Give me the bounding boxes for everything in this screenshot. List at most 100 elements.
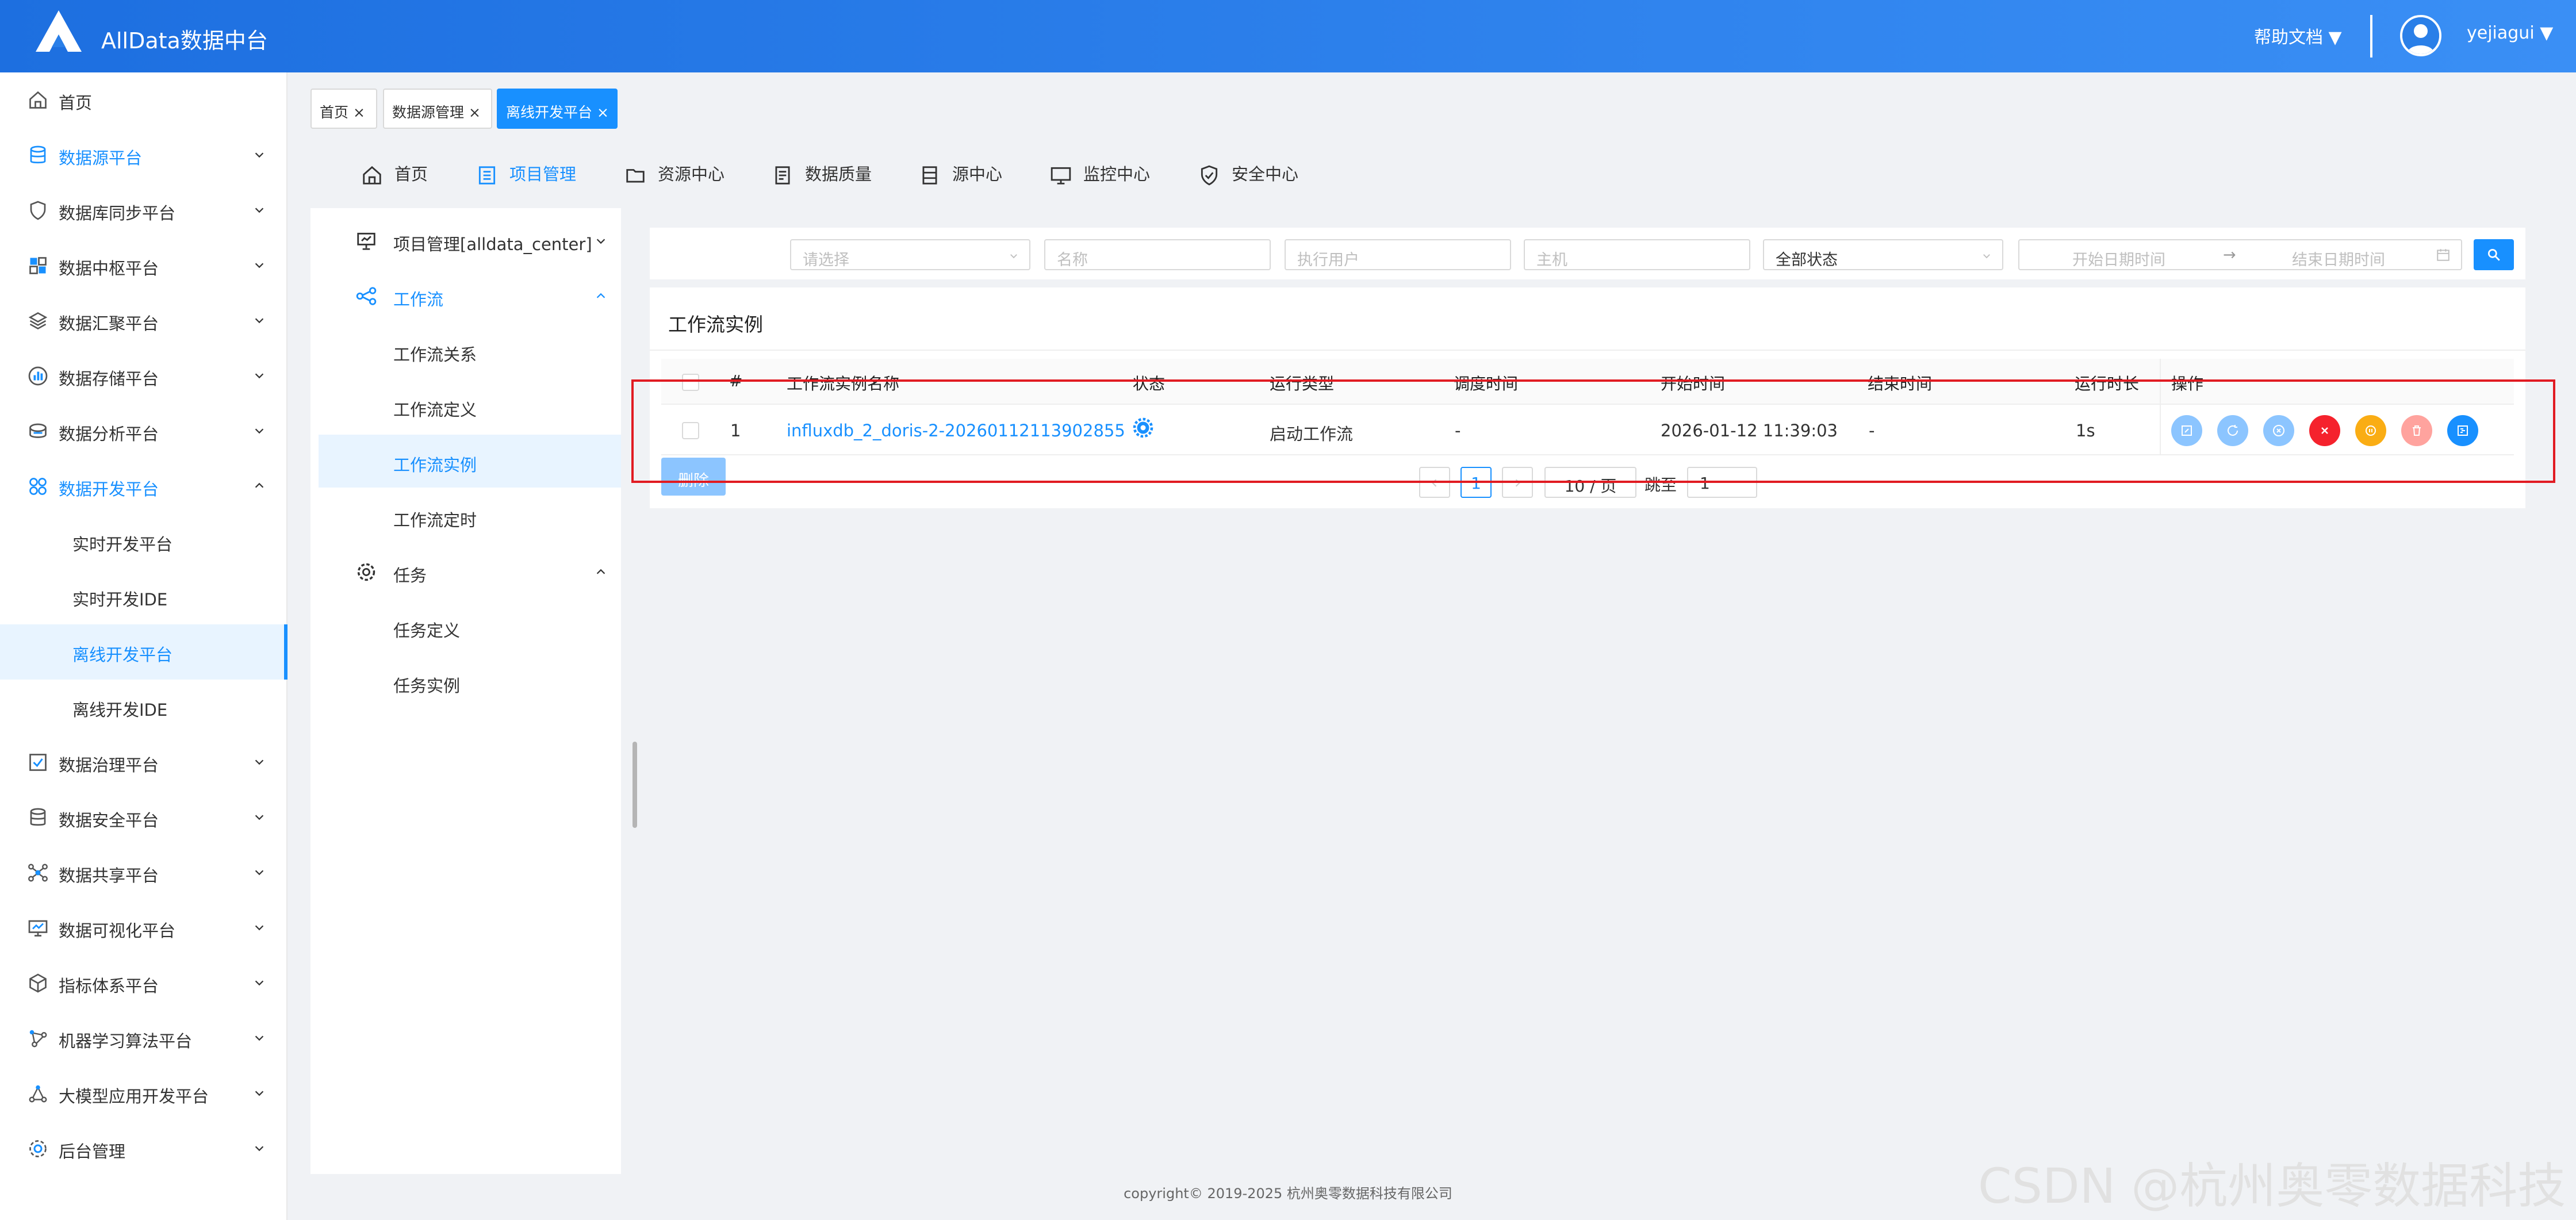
sidebar-item-realtime-ide[interactable]: 实时开发IDE — [0, 569, 288, 624]
chevron-up-icon — [596, 293, 605, 298]
menu-monitor-center[interactable]: 监控中心 — [1050, 161, 1150, 190]
chevron-down-icon — [255, 428, 264, 434]
menu-data-quality[interactable]: 数据质量 — [772, 161, 872, 190]
sidebar-item-label: 实时开发IDE — [72, 590, 168, 609]
sidebar-item-datasource[interactable]: 数据源平台 — [0, 128, 288, 183]
home-icon — [29, 91, 47, 109]
tab-home[interactable]: 首页 × — [310, 89, 377, 129]
sidebar-item-label: 后台管理 — [59, 1142, 126, 1161]
scrollbar-thumb[interactable] — [632, 742, 637, 828]
username-menu[interactable]: yejiagui ▼ — [2467, 23, 2553, 43]
card-title: 工作流实例 — [668, 313, 763, 336]
side-item-label: 任务定义 — [393, 621, 461, 640]
search-icon — [2487, 248, 2500, 261]
share-nodes-icon — [28, 864, 48, 882]
network-icon — [29, 1085, 47, 1103]
check-square-icon — [29, 754, 47, 771]
sidebar-item-data-governance[interactable]: 数据治理平台 — [0, 735, 288, 790]
host-input-placeholder: 主机 — [1536, 251, 1567, 269]
sidebar-item-label: 离线开发平台 — [72, 645, 173, 665]
sidebar-item-metrics-system[interactable]: 指标体系平台 — [0, 956, 288, 1011]
sidebar-item-home[interactable]: 首页 — [0, 72, 288, 128]
side-workflow-relation[interactable]: 工作流关系 — [319, 324, 621, 377]
side-workflow-definition[interactable]: 工作流定义 — [319, 379, 621, 432]
sidebar-item-data-aggregation[interactable]: 数据汇聚平台 — [0, 293, 288, 348]
workflow-icon — [356, 287, 377, 305]
module-menu: 首页 项目管理 资源中心 数据质量 源中心 监控中心 安全中心 — [288, 144, 2576, 207]
host-input[interactable]: 主机 — [1524, 239, 1750, 270]
app-title: AllData数据中台 — [101, 28, 268, 53]
side-workflow-group[interactable]: 工作流 — [319, 269, 621, 322]
chevron-down-icon — [255, 318, 264, 324]
project-select[interactable]: 请选择 — [790, 239, 1030, 270]
side-workflow-timing[interactable]: 工作流定时 — [319, 490, 621, 543]
sidebar-item-data-security[interactable]: 数据安全平台 — [0, 790, 288, 845]
chevron-down-icon — [255, 1035, 264, 1041]
sidebar-item-offline-dev[interactable]: 离线开发平台 — [0, 624, 288, 680]
chevron-down-icon — [1010, 254, 1017, 259]
sidebar-item-label: 数据开发平台 — [59, 479, 159, 499]
shield-check-icon — [1201, 165, 1218, 186]
header-divider — [2370, 15, 2372, 57]
sidebar-item-data-visualization[interactable]: 数据可视化平台 — [0, 900, 288, 956]
status-select[interactable]: 全部状态 — [1763, 239, 2003, 270]
apps-icon — [29, 478, 47, 495]
menu-security-center[interactable]: 安全中心 — [1198, 161, 1298, 190]
executor-input[interactable]: 执行用户 — [1285, 239, 1511, 270]
project-name-label: 项目管理[alldata_center] — [393, 235, 592, 254]
sidebar-item-offline-ide[interactable]: 离线开发IDE — [0, 680, 288, 735]
highlight-annotation-box — [631, 379, 2555, 483]
sidebar-item-label: 数据可视化平台 — [59, 921, 176, 941]
sidebar-item-label: 数据治理平台 — [59, 755, 159, 775]
side-task-group[interactable]: 任务 — [319, 545, 621, 598]
search-button[interactable] — [2474, 239, 2514, 270]
monitor-icon — [28, 920, 48, 937]
help-docs-menu[interactable]: 帮助文档 ▼ — [2254, 23, 2342, 48]
side-task-instance[interactable]: 任务实例 — [319, 655, 621, 708]
sidebar-item-data-hub[interactable]: 数据中枢平台 — [0, 238, 288, 293]
sidebar-item-label: 首页 — [59, 93, 93, 113]
gear-icon — [357, 563, 375, 581]
chevron-up-icon — [255, 482, 264, 488]
home-icon — [363, 166, 381, 185]
menu-label: 数据质量 — [805, 164, 872, 184]
side-workflow-instance[interactable]: 工作流实例 — [319, 435, 621, 488]
tab-offline-dev-platform[interactable]: 离线开发平台 × — [497, 89, 618, 129]
chevron-up-icon — [596, 569, 605, 574]
name-input[interactable]: 名称 — [1044, 239, 1271, 270]
status-select-value: 全部状态 — [1776, 251, 1838, 269]
sidebar-item-data-analysis[interactable]: 数据分析平台 — [0, 404, 288, 459]
sidebar-item-data-development[interactable]: 数据开发平台 — [0, 459, 288, 514]
sidebar-item-data-storage[interactable]: 数据存储平台 — [0, 348, 288, 404]
chevron-down-icon — [255, 1146, 264, 1152]
user-avatar[interactable] — [2400, 15, 2441, 56]
project-selector[interactable]: 项目管理[alldata_center] — [319, 214, 621, 267]
menu-source-center[interactable]: 源中心 — [919, 161, 1002, 190]
card-divider — [650, 350, 2525, 351]
presentation-icon — [357, 232, 375, 250]
sidebar-item-llm-app-dev[interactable]: 大模型应用开发平台 — [0, 1066, 288, 1121]
start-date-placeholder: 开始日期时间 — [2072, 251, 2165, 269]
project-select-placeholder: 请选择 — [803, 251, 849, 269]
alldata-logo-icon[interactable] — [33, 8, 84, 54]
side-item-label: 工作流关系 — [393, 345, 477, 365]
menu-label: 监控中心 — [1083, 164, 1151, 184]
sidebar-item-data-sharing[interactable]: 数据共享平台 — [0, 845, 288, 900]
sidebar-item-admin[interactable]: 后台管理 — [0, 1121, 288, 1176]
tab-datasource-management[interactable]: 数据源管理 × — [383, 89, 492, 129]
side-task-definition[interactable]: 任务定义 — [319, 600, 621, 653]
sidebar-item-db-sync[interactable]: 数据库同步平台 — [0, 183, 288, 238]
menu-home[interactable]: 首页 — [361, 161, 428, 190]
date-range-picker[interactable]: 开始日期时间 → 结束日期时间 — [2018, 239, 2462, 270]
menu-resource-center[interactable]: 资源中心 — [624, 161, 724, 190]
top-header: AllData数据中台 帮助文档 ▼ yejiagui ▼ — [0, 0, 2576, 72]
database-icon — [30, 808, 46, 826]
date-range-arrow: → — [2223, 246, 2236, 264]
sidebar-item-label: 离线开发IDE — [72, 700, 168, 720]
sidebar-item-ml-algorithms[interactable]: 机器学习算法平台 — [0, 1011, 288, 1066]
side-group-label: 工作流 — [393, 290, 444, 309]
sidebar-item-realtime-dev[interactable]: 实时开发平台 — [0, 514, 288, 569]
sidebar-item-label: 数据中枢平台 — [59, 259, 159, 278]
menu-project-management[interactable]: 项目管理 — [476, 161, 576, 190]
csdn-watermark: CSDN @杭州奥零数据科技 — [1978, 1158, 2566, 1214]
